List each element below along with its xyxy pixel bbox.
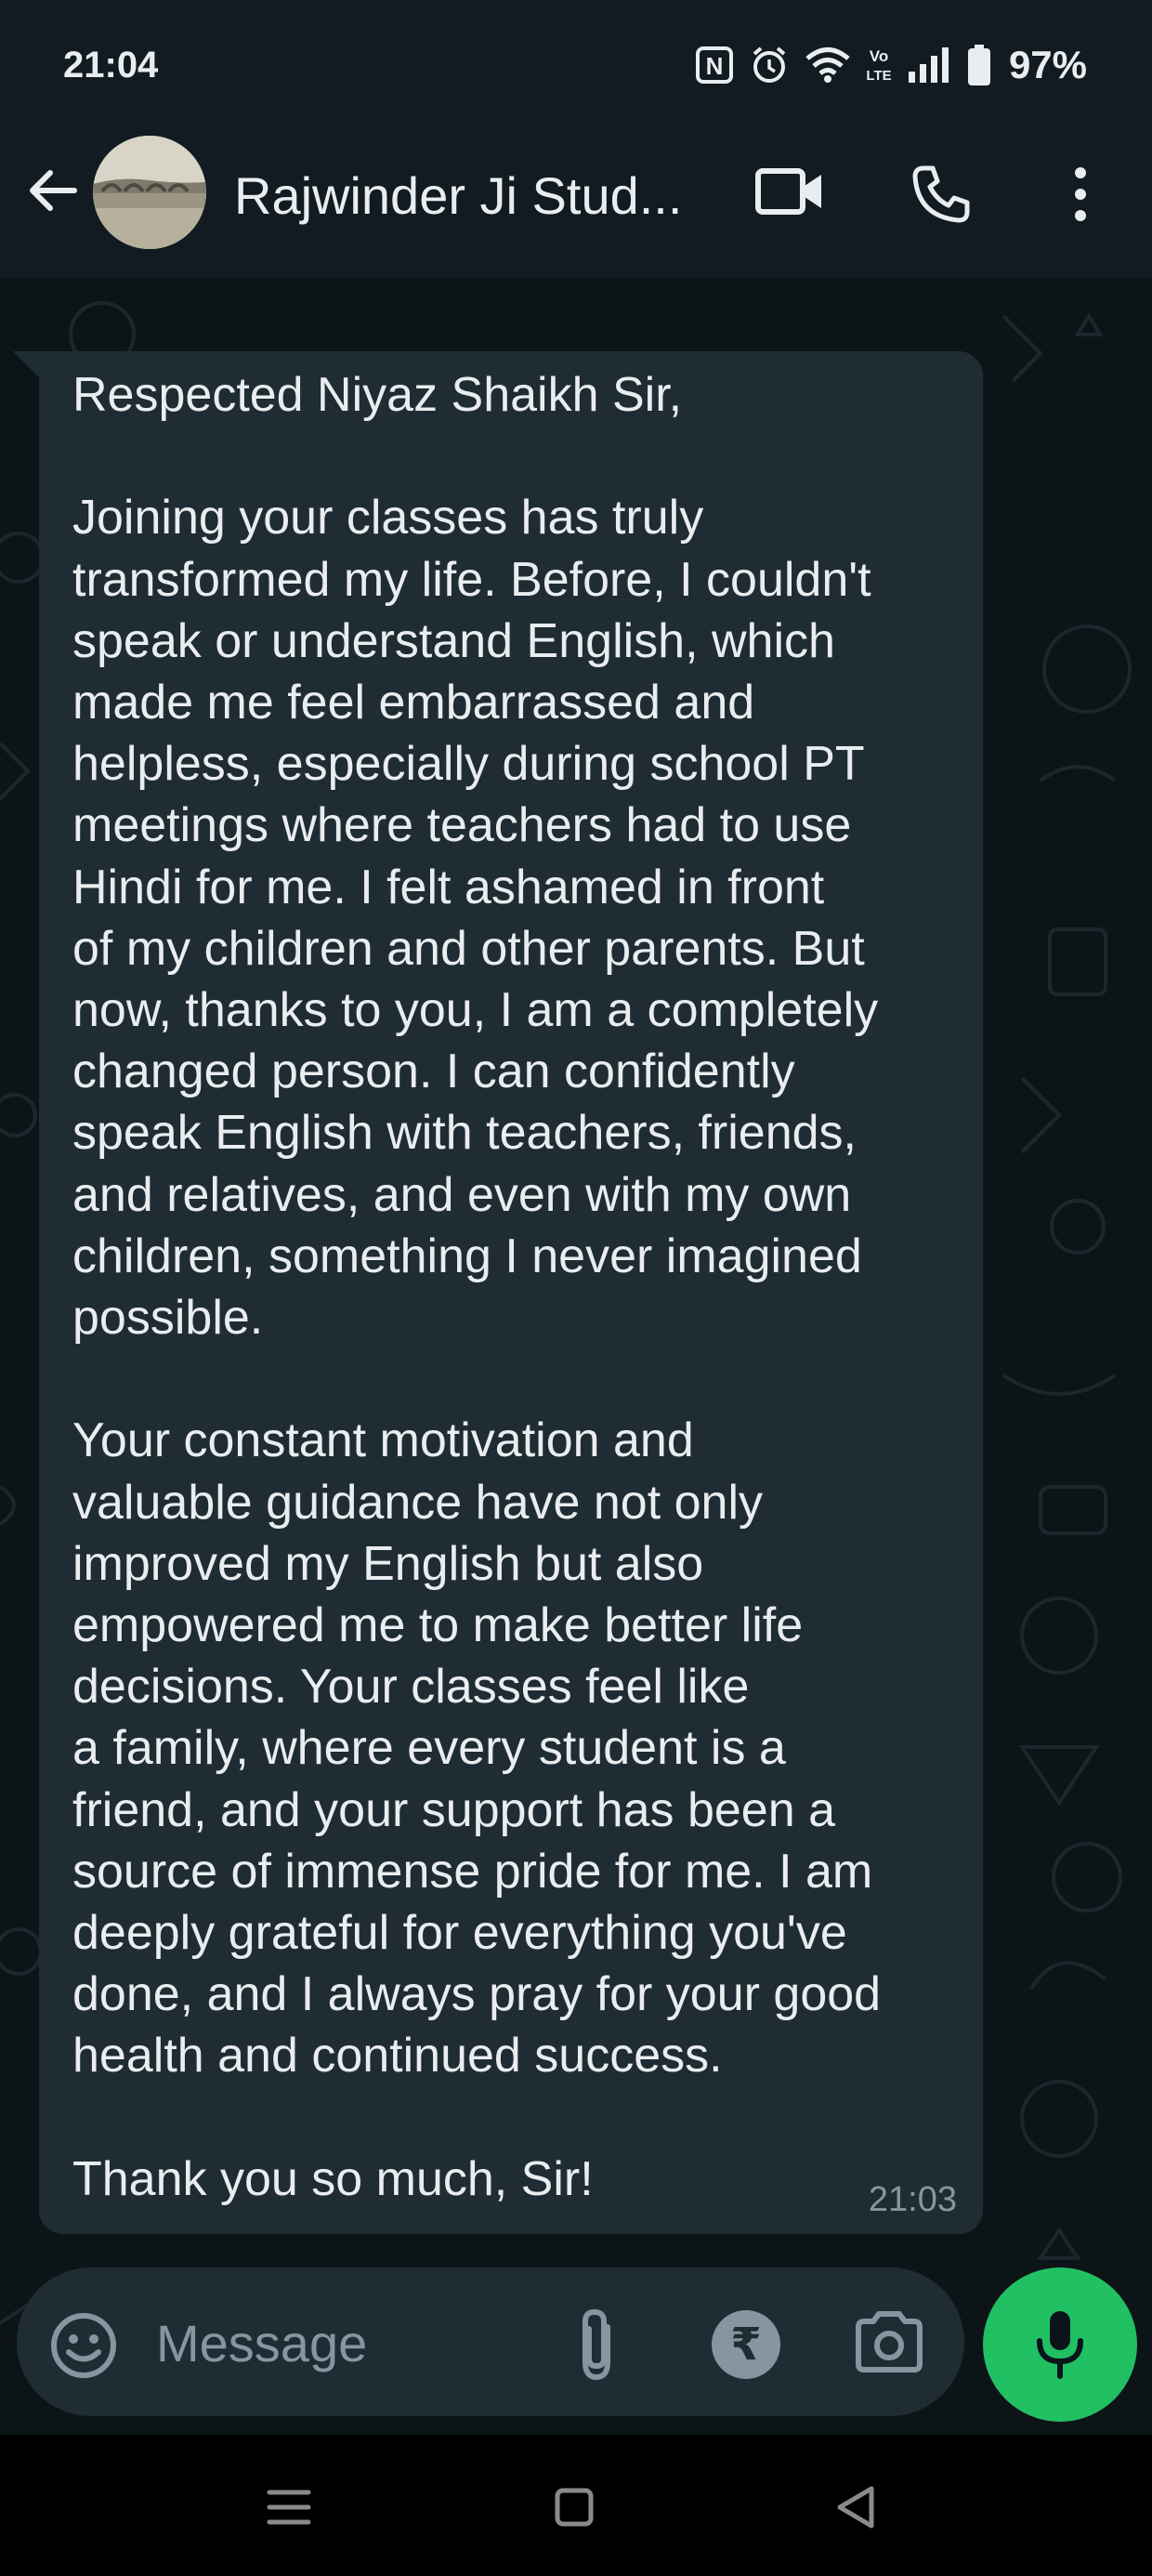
message-line: empowered me to make better life [72,1598,804,1653]
message-line: made me feel embarrassed and [72,676,755,729]
message-line: and relatives, and even with my own [72,1167,852,1222]
message-line: Hindi for me. I felt ashamed in front [72,860,825,914]
message-line: a family, where every student is a [72,1721,786,1776]
more-options-icon[interactable] [1067,164,1094,230]
message-line: health and continued success. [72,2029,723,2083]
microphone-icon [1037,2311,1083,2379]
message-line: of my children and other parents. But [72,921,865,976]
message-line: meetings where teachers had to use [72,798,852,853]
status-bar: 21:04 N Vo LTE 97% [0,0,1152,139]
microphone-button[interactable] [983,2267,1137,2422]
attach-icon[interactable] [567,2307,626,2385]
message-time: 21:03 [868,2180,957,2219]
message-text: Respected Niyaz Shaikh Sir, Joining your … [72,364,964,2210]
svg-text:Vo: Vo [870,47,888,65]
contact-name[interactable]: Rajwinder Ji Stud... [234,165,717,226]
svg-text:LTE: LTE [866,68,891,84]
battery-icon [966,44,992,86]
phone-call-icon[interactable] [910,164,972,230]
message-line: done, and I always pray for your good [72,1967,882,2022]
video-call-icon[interactable] [754,164,825,224]
message-line: Your constant motivation and [72,1413,694,1468]
status-time: 21:04 [63,45,159,85]
home-icon[interactable] [554,2487,595,2532]
nfc-icon: N [695,46,734,85]
message-line: changed person. I can confidently [72,1045,795,1099]
alarm-icon [749,45,790,85]
message-line: transformed my life. Before, I couldn't [72,552,871,607]
status-icons: N Vo LTE 97% [695,41,1087,89]
volte-icon: Vo LTE [866,45,892,85]
message-line: valuable guidance have not only [72,1475,764,1530]
message-line: possible. [72,1291,264,1346]
message-line: decisions. Your classes feel like [72,1660,750,1715]
back-arrow-icon[interactable] [24,162,82,219]
message-line: Thank you so much, Sir! [72,2151,594,2206]
message-line: speak English with teachers, friends, [72,1106,857,1161]
message-line: helpless, especially during school PT [72,737,865,792]
rupee-payment-icon[interactable]: ₹ [712,2310,780,2379]
wifi-icon [805,46,851,84]
avatar[interactable] [93,136,206,249]
back-navigation-icon[interactable] [832,2483,881,2536]
message-line: Respected Niyaz Shaikh Sir, [72,368,683,422]
message-line: speak or understand English, which [72,613,835,668]
bubble-tail [13,351,41,379]
message-line: improved my English but also [72,1536,704,1591]
message-line: friend, and your support has been a [72,1782,836,1837]
message-input[interactable] [156,2310,509,2375]
message-line: source of immense pride for me. I am [72,1844,873,1899]
emoji-icon[interactable] [48,2310,119,2381]
message-line: children, something I never imagined [72,1229,862,1283]
message-line: deeply grateful for everything you've [72,1906,847,1961]
recent-apps-icon[interactable] [266,2487,312,2532]
camera-icon[interactable] [853,2308,925,2375]
signal-icon [907,46,951,85]
message-line: Joining your classes has truly [72,491,704,545]
svg-text:N: N [706,52,724,80]
battery-percentage: 97% [1008,43,1087,86]
message-line: now, thanks to you, I am a completely [72,983,879,1038]
